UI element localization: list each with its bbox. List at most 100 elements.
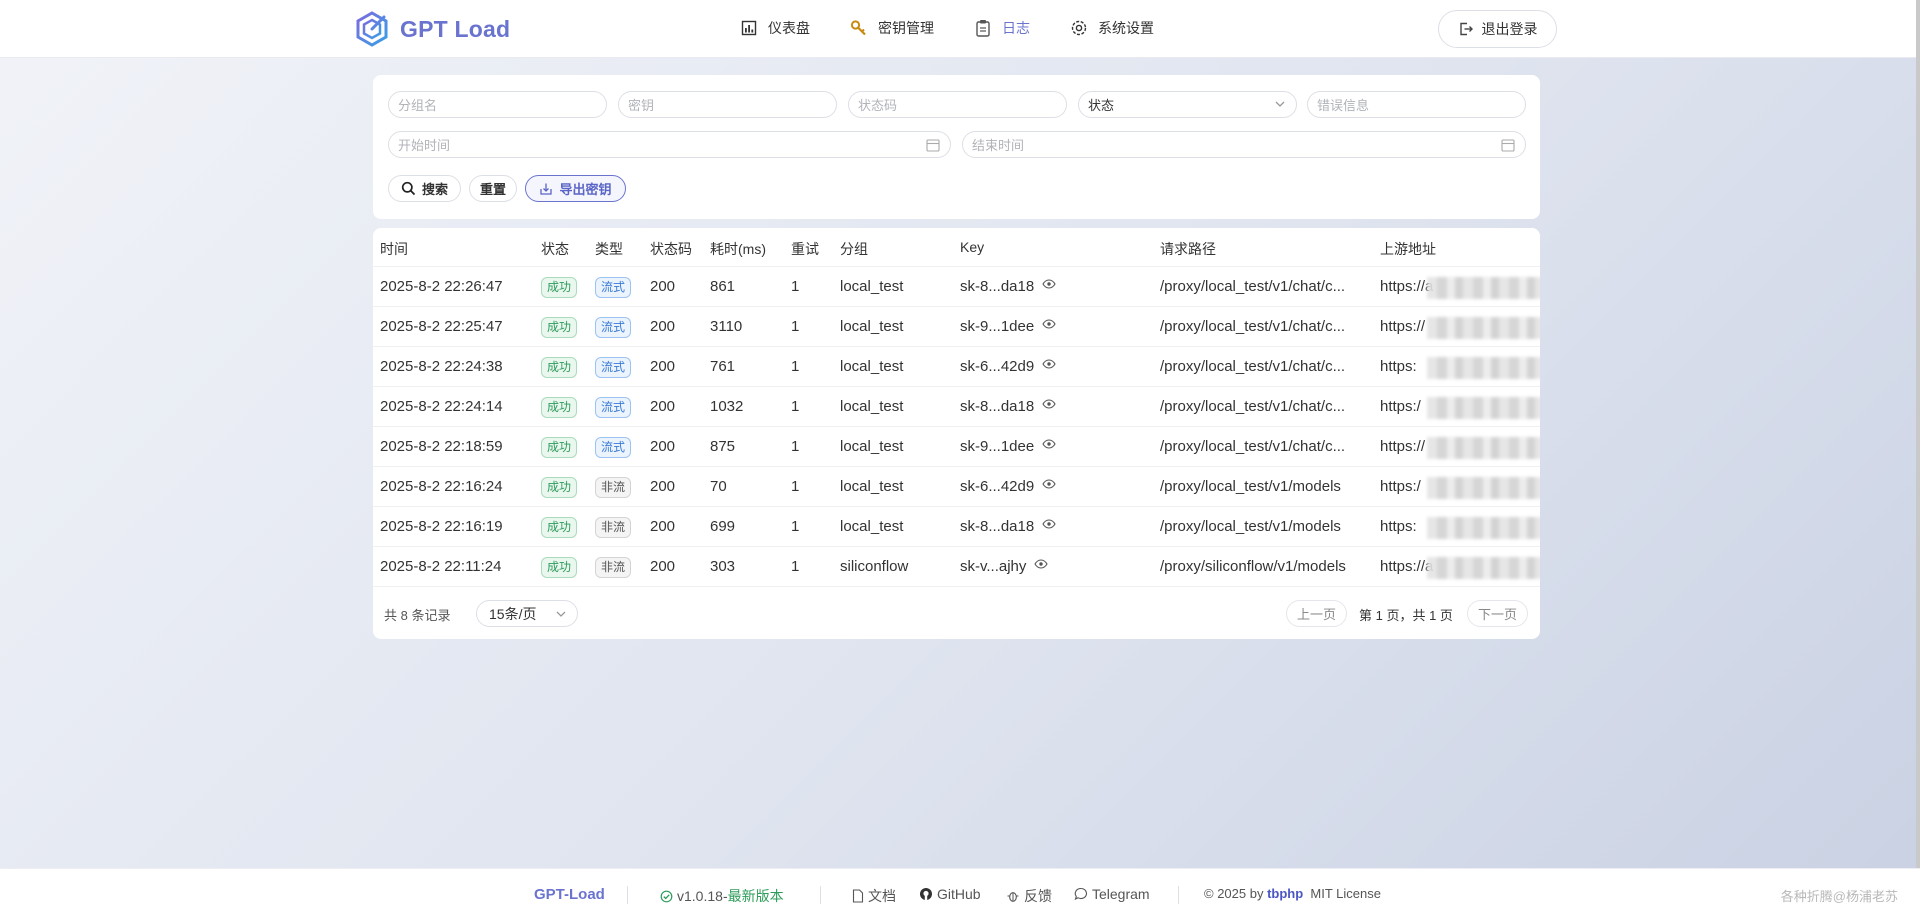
chat-bubble-icon <box>1074 887 1088 901</box>
masked-key: sk-6...42d9 <box>960 358 1034 375</box>
footer-divider <box>1178 886 1179 904</box>
app-logo[interactable]: GPT Load <box>354 11 510 47</box>
eye-icon[interactable] <box>1042 439 1056 449</box>
nav-dashboard-label: 仪表盘 <box>768 18 810 38</box>
nav-dashboard[interactable]: 仪表盘 <box>740 18 810 38</box>
retry-count: 1 <box>791 518 799 535</box>
request-path: /proxy/local_test/v1/chat/c... <box>1160 438 1345 455</box>
status-select-value: 状态 <box>1088 95 1114 114</box>
type-badge: 流式 <box>595 437 631 458</box>
status-badge: 成功 <box>541 477 577 498</box>
table-row[interactable]: 2025-8-2 22:24:38成功流式2007611local_testsk… <box>373 347 1540 387</box>
status-code: 200 <box>650 438 675 455</box>
eye-icon[interactable] <box>1042 359 1056 369</box>
duration-ms: 70 <box>710 478 727 495</box>
bug-icon <box>1006 889 1020 903</box>
next-page-button[interactable]: 下一页 <box>1467 600 1528 627</box>
eye-icon[interactable] <box>1042 479 1056 489</box>
group-filter-input[interactable]: 分组名 <box>388 91 607 118</box>
prev-page-button[interactable]: 上一页 <box>1286 600 1347 627</box>
masked-key: sk-8...da18 <box>960 518 1034 535</box>
table-row[interactable]: 2025-8-2 22:16:19成功非流2006991local_testsk… <box>373 507 1540 547</box>
nav-keys[interactable]: 密钥管理 <box>850 18 934 38</box>
logout-button[interactable]: 退出登录 <box>1438 10 1557 48</box>
status-badge: 成功 <box>541 317 577 338</box>
app-name: GPT Load <box>400 16 510 43</box>
request-path: /proxy/local_test/v1/chat/c... <box>1160 318 1345 335</box>
retry-count: 1 <box>791 398 799 415</box>
end-time-placeholder: 结束时间 <box>972 135 1024 154</box>
retry-count: 1 <box>791 278 799 295</box>
eye-icon[interactable] <box>1042 399 1056 409</box>
log-time: 2025-8-2 22:25:47 <box>380 318 503 335</box>
group-name: local_test <box>840 278 903 295</box>
footer-feedback-link[interactable]: 反馈 <box>1006 886 1052 906</box>
status-code: 200 <box>650 398 675 415</box>
error-filter-input[interactable]: 错误信息 <box>1307 91 1526 118</box>
prev-page-label: 上一页 <box>1297 604 1336 623</box>
nav-settings[interactable]: 系统设置 <box>1070 18 1154 38</box>
key-icon <box>850 19 868 37</box>
search-button[interactable]: 搜索 <box>388 175 461 202</box>
masked-key: sk-v...ajhy <box>960 558 1026 575</box>
logout-label: 退出登录 <box>1482 19 1538 39</box>
docs-label: 文档 <box>868 886 896 906</box>
status-code: 200 <box>650 358 675 375</box>
eye-icon[interactable] <box>1042 519 1056 529</box>
group-name: siliconflow <box>840 558 908 575</box>
export-keys-button[interactable]: 导出密钥 <box>525 175 626 202</box>
nav-logs[interactable]: 日志 <box>974 18 1030 38</box>
footer-copyright: © 2025 by tbphp MIT License <box>1204 886 1381 901</box>
eye-icon[interactable] <box>1042 279 1056 289</box>
search-label: 搜索 <box>422 179 448 198</box>
latest-version-text: 最新版本 <box>728 886 784 906</box>
footer-telegram-link[interactable]: Telegram <box>1074 886 1150 902</box>
start-time-input[interactable]: 开始时间 <box>388 131 951 158</box>
eye-icon[interactable] <box>1034 559 1048 569</box>
gear-icon <box>1070 19 1088 37</box>
end-time-input[interactable]: 结束时间 <box>962 131 1526 158</box>
reset-button[interactable]: 重置 <box>469 175 517 202</box>
key-filter-input[interactable]: 密钥 <box>618 91 837 118</box>
main-nav: 仪表盘 密钥管理 日志 系统设置 <box>740 0 1194 56</box>
status-select[interactable]: 状态 <box>1078 91 1297 118</box>
export-icon <box>539 182 553 196</box>
calendar-icon <box>1501 138 1515 152</box>
eye-icon[interactable] <box>1042 319 1056 329</box>
page-footer: GPT-Load v1.0.18 - 最新版本 文档 GitHub 反馈 Tel… <box>0 868 1920 919</box>
footer-divider <box>627 886 628 904</box>
column-header: Key <box>960 239 984 255</box>
table-row[interactable]: 2025-8-2 22:18:59成功流式2008751local_testsk… <box>373 427 1540 467</box>
status-code: 200 <box>650 558 675 575</box>
table-row[interactable]: 2025-8-2 22:24:14成功流式20010321local_tests… <box>373 387 1540 427</box>
table-row[interactable]: 2025-8-2 22:11:24成功非流2003031siliconflows… <box>373 547 1540 587</box>
footer-docs-link[interactable]: 文档 <box>852 886 896 906</box>
author-link[interactable]: tbphp <box>1267 886 1303 901</box>
status-code: 200 <box>650 318 675 335</box>
status-code-filter-input[interactable]: 状态码 <box>848 91 1067 118</box>
redacted-upstream <box>1427 477 1540 499</box>
status-badge: 成功 <box>541 357 577 378</box>
document-icon <box>852 889 864 903</box>
duration-ms: 875 <box>710 438 735 455</box>
status-code: 200 <box>650 278 675 295</box>
upstream-url: https://a <box>1380 558 1433 575</box>
github-icon <box>919 887 933 901</box>
page-size-select[interactable]: 15条/页 <box>476 600 578 627</box>
request-path: /proxy/local_test/v1/chat/c... <box>1160 358 1345 375</box>
reset-label: 重置 <box>480 179 506 198</box>
footer-brand[interactable]: GPT-Load <box>534 886 605 903</box>
page-scrollbar[interactable] <box>1916 0 1920 868</box>
redacted-upstream <box>1427 277 1540 299</box>
feedback-label: 反馈 <box>1024 886 1052 906</box>
status-code: 200 <box>650 478 675 495</box>
group-filter-placeholder: 分组名 <box>398 95 437 114</box>
page-size-value: 15条/页 <box>489 604 536 624</box>
footer-version: v1.0.18 - 最新版本 <box>660 886 784 906</box>
table-row[interactable]: 2025-8-2 22:25:47成功流式20031101local_tests… <box>373 307 1540 347</box>
duration-ms: 1032 <box>710 398 743 415</box>
check-circle-icon <box>660 890 673 903</box>
table-row[interactable]: 2025-8-2 22:26:47成功流式2008611local_testsk… <box>373 267 1540 307</box>
table-row[interactable]: 2025-8-2 22:16:24成功非流200701local_testsk-… <box>373 467 1540 507</box>
footer-github-link[interactable]: GitHub <box>919 886 981 902</box>
